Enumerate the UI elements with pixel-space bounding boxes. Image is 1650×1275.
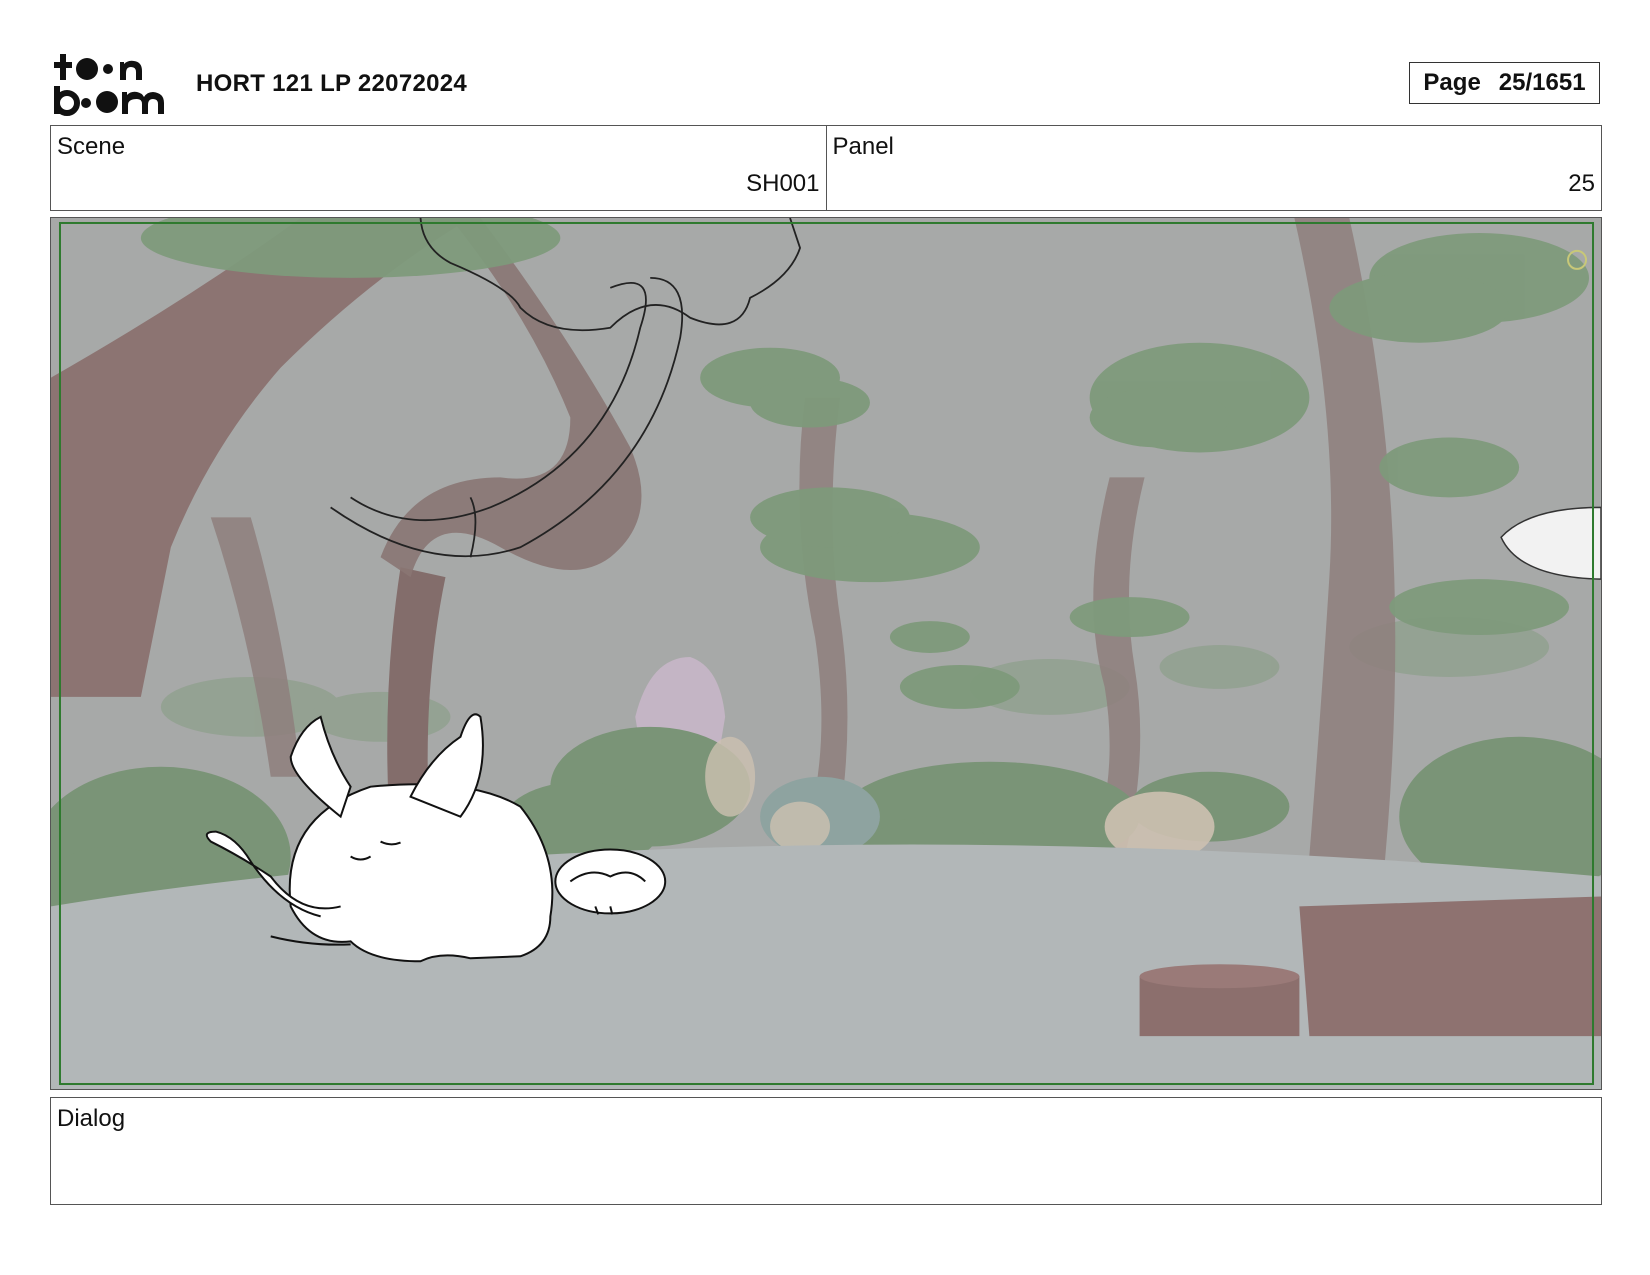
toon-boom-logo — [54, 54, 164, 116]
panel-label: Panel — [832, 133, 894, 160]
scene-label: Scene — [57, 133, 126, 160]
jungle-scene-artwork — [51, 218, 1601, 1089]
storyboard-panel-image — [50, 217, 1602, 1090]
page-value: 25/1651 — [1498, 69, 1586, 96]
scene-cell: Scene SH001 — [51, 126, 826, 210]
page-indicator: Page 25/1651 — [1409, 62, 1600, 104]
panel-cell: Panel 25 — [825, 126, 1602, 210]
dialog-label: Dialog — [57, 1105, 126, 1132]
panel-value: 25 — [1568, 170, 1595, 197]
scene-panel-info: Scene SH001 Panel 25 — [50, 125, 1602, 211]
dialog-box: Dialog — [50, 1097, 1602, 1205]
small-creature-sketch — [554, 848, 667, 915]
document-title: HORT 121 LP 22072024 — [196, 70, 468, 97]
page-label: Page — [1423, 69, 1481, 96]
scene-value: SH001 — [746, 170, 820, 197]
